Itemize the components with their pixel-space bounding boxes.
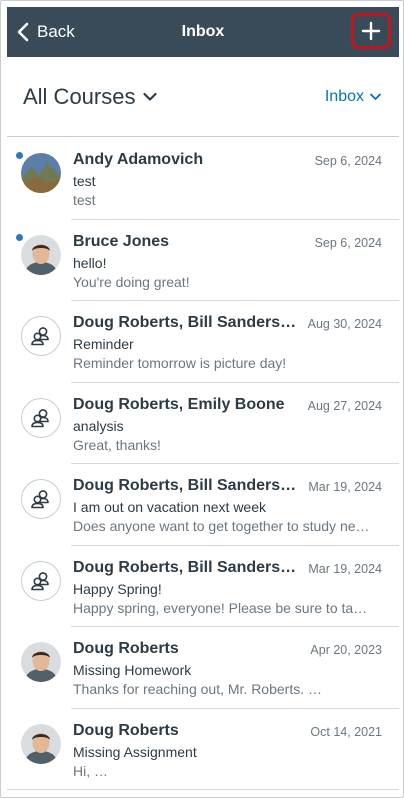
- profile-photo: [21, 234, 61, 275]
- message-subject: Reminder: [73, 336, 134, 352]
- back-button[interactable]: Back: [17, 7, 75, 57]
- avatar: [21, 234, 61, 275]
- message-date: Aug 30, 2024: [307, 317, 382, 331]
- participant-names: Doug Roberts, Emily Boone: [73, 395, 285, 413]
- participant-names: Andy Adamovich: [73, 151, 204, 168]
- back-label: Back: [37, 22, 75, 41]
- profile-photo: [21, 723, 61, 764]
- avatar: [21, 560, 61, 601]
- plus-icon: [361, 21, 381, 41]
- avatar: [21, 723, 61, 764]
- message-subject: analysis: [73, 417, 124, 434]
- mailbox-filter-label: Inbox: [324, 88, 364, 105]
- mailbox-filter-dropdown[interactable]: Inbox: [325, 88, 381, 106]
- message-preview: Happy spring, everyone! Please be sure t…: [73, 599, 373, 616]
- message-date: Sep 6, 2024: [314, 154, 382, 168]
- message-preview: Hi, …: [73, 762, 108, 779]
- chevron-down-icon: [143, 92, 158, 101]
- compose-button[interactable]: [351, 13, 391, 49]
- unread-indicator: [16, 233, 23, 241]
- message-preview: Does anyone want to get together to stud…: [73, 518, 373, 534]
- avatar: [21, 153, 61, 193]
- unread-indicator: [16, 152, 23, 159]
- profile-photo: [21, 153, 61, 193]
- message-subject: I am out on vacation next week: [73, 499, 266, 515]
- conversation-row[interactable]: Andy Adamovich Sep 6, 2024 test test: [7, 138, 399, 220]
- participant-names: Doug Roberts, Bill Sanderson...: [73, 314, 303, 331]
- avatar: [21, 642, 61, 682]
- participant-names: Doug Roberts: [73, 640, 179, 657]
- message-date: Oct 14, 2021: [310, 724, 382, 739]
- message-subject: Missing Assignment: [73, 743, 197, 760]
- course-filter-dropdown[interactable]: All Courses: [23, 84, 158, 110]
- message-date: Sep 6, 2024: [314, 235, 382, 250]
- conversation-row[interactable]: Doug Roberts, Bill Sanderson... Aug 30, …: [7, 301, 399, 383]
- group-icon: [31, 571, 49, 590]
- participant-names: Doug Roberts, Bill Sanderson...: [73, 477, 303, 494]
- avatar: [21, 316, 61, 356]
- conversation-row[interactable]: Doug Roberts, Emily Boone Aug 27, 2024 a…: [7, 383, 399, 465]
- message-date: Mar 19, 2024: [308, 480, 382, 494]
- avatar: [21, 479, 61, 519]
- conversation-row[interactable]: Doug Roberts Apr 20, 2023 Missing Homewo…: [7, 627, 399, 709]
- group-icon: [31, 327, 49, 346]
- filter-bar: All Courses Inbox: [7, 57, 399, 137]
- message-preview: test: [73, 192, 96, 208]
- message-date: Mar 19, 2024: [308, 561, 382, 576]
- message-date: Aug 27, 2024: [307, 398, 382, 413]
- conversation-row[interactable]: Bruce Jones Sep 6, 2024 hello! You're do…: [7, 220, 399, 302]
- conversation-list: Andy Adamovich Sep 6, 2024 test test Bru…: [7, 138, 399, 790]
- conversation-row[interactable]: Doug Roberts, Bill Sanderson... Mar 19, …: [7, 546, 399, 628]
- message-subject: hello!: [73, 254, 107, 271]
- avatar: [21, 397, 61, 438]
- message-preview: Great, thanks!: [73, 436, 161, 453]
- message-preview: Thanks for reaching out, Mr. Roberts. …: [73, 681, 322, 697]
- conversation-row[interactable]: Doug Roberts, Bill Sanderson... Mar 19, …: [7, 464, 399, 546]
- message-subject: Missing Homework: [73, 662, 192, 678]
- message-date: Apr 20, 2023: [310, 643, 382, 657]
- conversation-row[interactable]: Doug Roberts Oct 14, 2021 Missing Assign…: [7, 709, 399, 791]
- message-subject: test: [73, 173, 96, 189]
- message-preview: Reminder tomorrow is picture day!: [73, 355, 287, 371]
- chevron-down-icon: [370, 93, 381, 100]
- inbox-screen: Back Inbox All Courses Inbox Andy Adamov…: [0, 0, 404, 798]
- chevron-left-icon: [17, 22, 29, 42]
- message-subject: Happy Spring!: [73, 580, 162, 597]
- profile-photo: [21, 642, 61, 682]
- navigation-bar: Back Inbox: [7, 7, 399, 57]
- participant-names: Doug Roberts, Bill Sanderson...: [73, 558, 303, 576]
- participant-names: Doug Roberts: [73, 721, 179, 739]
- group-icon: [31, 408, 49, 427]
- message-preview: You're doing great!: [73, 273, 190, 290]
- course-filter-label: All Courses: [23, 84, 136, 109]
- group-icon: [31, 490, 49, 509]
- participant-names: Bruce Jones: [73, 232, 170, 250]
